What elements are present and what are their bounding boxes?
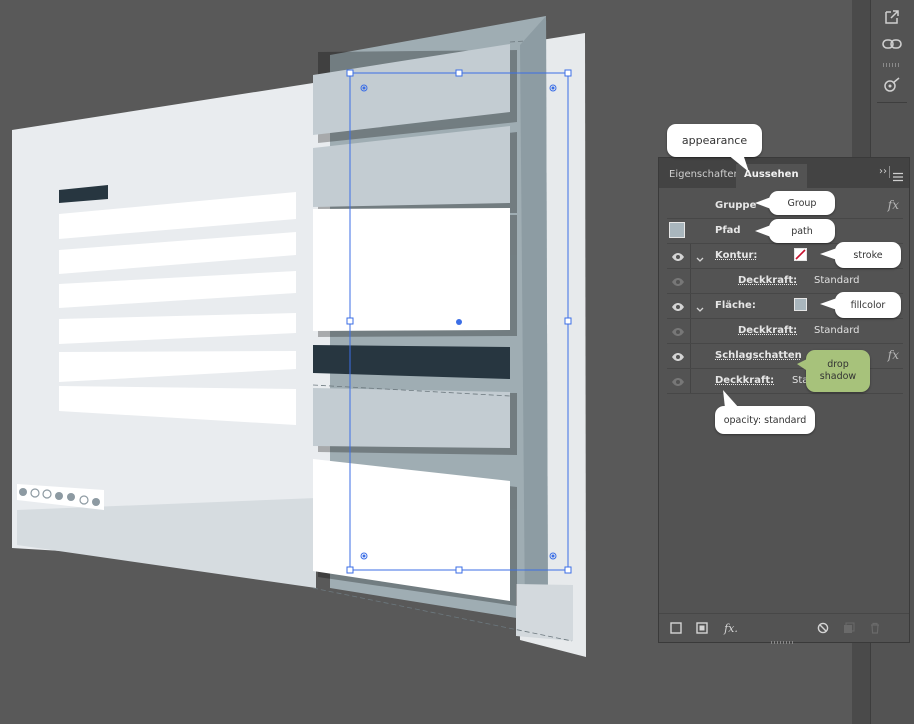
hamburger-menu-icon[interactable] <box>893 167 903 182</box>
panel-tab-bar: Eigenschaften Aussehen ›› <box>659 158 909 188</box>
eye-icon[interactable] <box>671 274 685 288</box>
fill-opacity-label[interactable]: Deckkraft: <box>738 324 797 338</box>
clear-appearance-icon[interactable] <box>816 621 830 635</box>
handle-top-right[interactable] <box>564 69 572 77</box>
eye-icon[interactable] <box>671 324 685 338</box>
fill-swatch[interactable] <box>794 298 807 311</box>
trash-icon[interactable] <box>868 621 882 635</box>
chevron-down-icon[interactable] <box>695 250 705 262</box>
callout-fillcolor-tail <box>820 298 837 310</box>
handle-top-center[interactable] <box>455 69 463 77</box>
callout-stroke: stroke <box>835 242 901 268</box>
row-divider <box>690 369 691 393</box>
callout-appearance: appearance <box>667 124 762 157</box>
selection-center-point[interactable] <box>456 319 462 325</box>
handle-top-left[interactable] <box>346 69 354 77</box>
group-label: Gruppe <box>715 200 757 211</box>
handle-bottom-center[interactable] <box>455 566 463 574</box>
eye-icon[interactable] <box>671 249 685 263</box>
artboard-footer-right <box>516 584 573 641</box>
add-new-fill-icon[interactable] <box>695 621 709 635</box>
chevron-down-icon[interactable] <box>695 300 705 312</box>
tab-bar-divider <box>889 166 890 178</box>
add-new-stroke-icon[interactable] <box>669 621 683 635</box>
handle-middle-right[interactable] <box>564 317 572 325</box>
toolbar-grip[interactable] <box>883 63 901 67</box>
callout-path-tail <box>755 225 771 237</box>
export-icon[interactable] <box>877 4 907 30</box>
row-fill-opacity[interactable]: Deckkraft: Standard <box>667 319 903 344</box>
callout-fillcolor: fillcolor <box>835 292 901 318</box>
stroke-opacity-value: Standard <box>814 275 860 286</box>
strip-4-dark <box>313 345 510 379</box>
path-thumbnail <box>669 222 685 238</box>
handle-bottom-right[interactable] <box>564 566 572 574</box>
row-divider <box>690 269 691 293</box>
link-icon[interactable] <box>877 31 907 57</box>
row-divider <box>690 244 691 268</box>
callout-opacity-tail <box>723 390 739 408</box>
eye-icon[interactable] <box>671 374 685 388</box>
object-opacity-label[interactable]: Deckkraft: <box>715 374 774 388</box>
callout-path: path <box>769 219 835 243</box>
double-chevron-right-icon[interactable]: ›› <box>879 167 887 177</box>
panel-bottom-bar: fx. <box>659 613 909 644</box>
fx-icon[interactable]: fx <box>888 198 899 212</box>
puppet-warp-icon[interactable] <box>877 72 907 98</box>
row-divider <box>690 319 691 343</box>
callout-drop-shadow-line1: drop <box>827 359 849 370</box>
strip-3 <box>313 208 510 331</box>
eye-icon[interactable] <box>671 349 685 363</box>
handle-bottom-left[interactable] <box>346 566 354 574</box>
stroke-opacity-label[interactable]: Deckkraft: <box>738 274 797 288</box>
add-effect-icon[interactable]: fx. <box>721 621 741 635</box>
callout-appearance-tail <box>727 154 749 172</box>
callout-stroke-tail <box>820 248 837 260</box>
callout-drop-shadow-tail <box>797 358 809 372</box>
callout-drop-shadow-line2: shadow <box>819 371 857 382</box>
fx-icon[interactable]: fx <box>888 348 899 362</box>
callout-group: Group <box>769 191 835 215</box>
handle-middle-left[interactable] <box>346 317 354 325</box>
row-stroke-opacity[interactable]: Deckkraft: Standard <box>667 269 903 294</box>
eye-icon[interactable] <box>671 299 685 313</box>
path-label: Pfad <box>715 225 741 236</box>
stroke-swatch[interactable] <box>794 248 807 261</box>
strip-5 <box>313 388 510 448</box>
drop-shadow-label[interactable]: Schlagschatten <box>715 349 802 363</box>
duplicate-item-icon[interactable] <box>842 621 856 635</box>
stroke-label[interactable]: Kontur: <box>715 249 757 263</box>
fill-label[interactable]: Fläche: <box>715 299 756 313</box>
row-divider <box>690 294 691 318</box>
fill-opacity-value: Standard <box>814 325 860 336</box>
tool-separator <box>877 102 907 103</box>
callout-group-tail <box>755 197 771 209</box>
callout-opacity: opacity: standard <box>715 406 815 434</box>
row-divider <box>690 344 691 368</box>
panel-resize-grip[interactable] <box>771 641 795 644</box>
callout-drop-shadow: drop shadow <box>806 350 870 392</box>
artboard-footer <box>17 498 316 588</box>
